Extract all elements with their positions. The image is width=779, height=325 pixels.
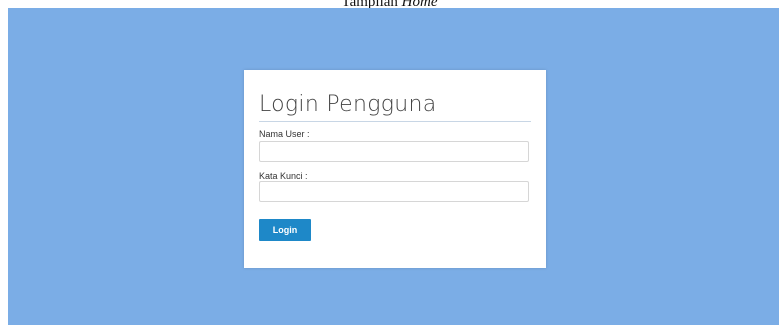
- password-input[interactable]: [259, 181, 529, 202]
- username-input[interactable]: [259, 141, 529, 162]
- title-divider: [259, 121, 531, 122]
- login-title: Login Pengguna: [259, 92, 437, 117]
- login-button[interactable]: Login: [259, 219, 311, 241]
- password-label: Kata Kunci :: [259, 171, 308, 181]
- login-panel: Login Pengguna Nama User : Kata Kunci : …: [244, 70, 546, 268]
- username-label: Nama User :: [259, 129, 310, 139]
